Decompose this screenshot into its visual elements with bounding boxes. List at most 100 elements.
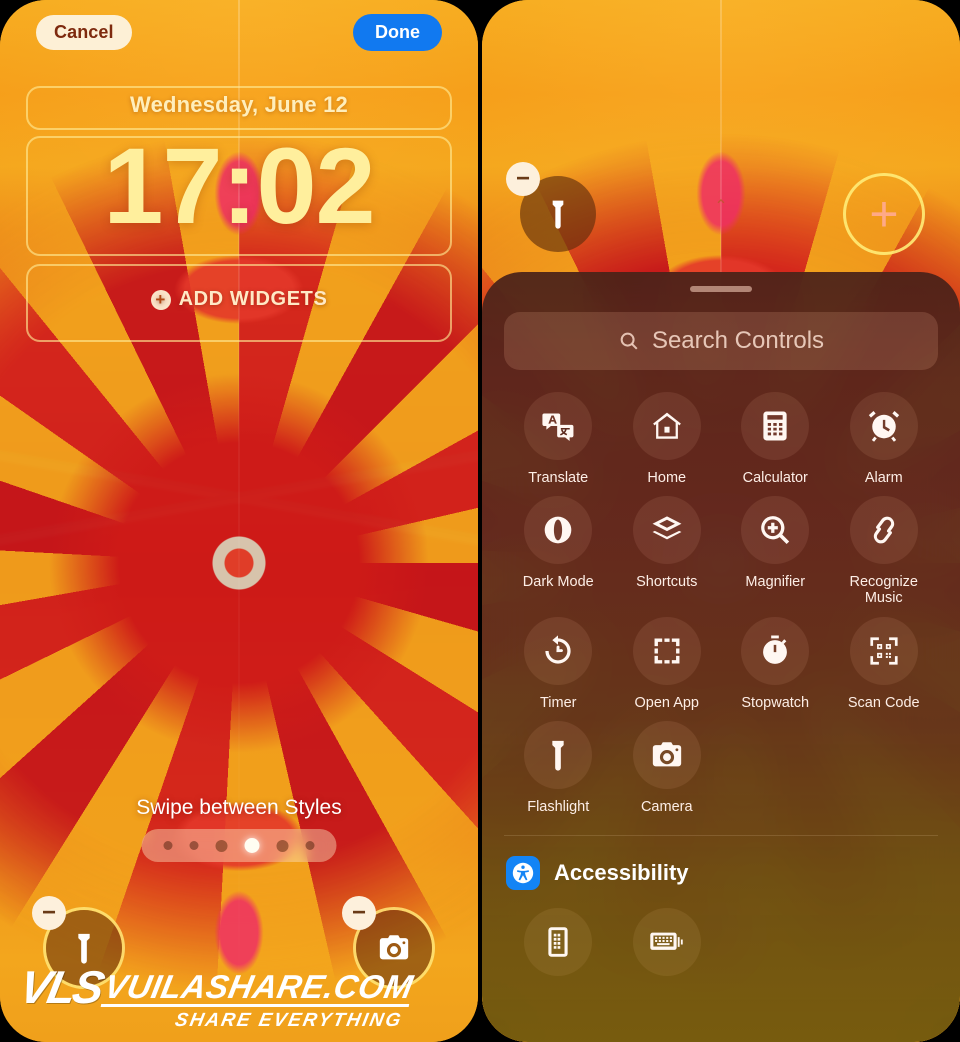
control-calculator[interactable]: Calculator (721, 392, 830, 486)
assistive-touch-icon (548, 927, 568, 957)
control-label: Magnifier (745, 574, 806, 591)
flashlight-icon (78, 933, 90, 964)
flashlight-icon (552, 740, 564, 771)
alarm-clock-icon (868, 410, 899, 442)
control-icon-bubble (741, 496, 810, 565)
page-dot[interactable] (189, 841, 199, 850)
search-placeholder: Search Controls (651, 327, 825, 354)
remove-badge[interactable]: − (342, 896, 376, 930)
control-home[interactable]: Home (613, 392, 722, 486)
shazam-icon (873, 516, 894, 544)
accessibility-section-title: Accessibility (554, 860, 689, 886)
control-label: Translate (528, 470, 589, 486)
stopwatch-icon (763, 635, 788, 664)
control-icon-bubble (632, 392, 701, 460)
control-timer[interactable]: Timer (504, 616, 613, 711)
phone-screenshot-left: Cancel Done Wednesday, June 12 17:02 + A… (0, 0, 478, 1042)
control-stopwatch[interactable]: Stopwatch (721, 616, 830, 711)
remove-badge[interactable]: − (506, 162, 540, 196)
page-dot[interactable] (305, 841, 315, 850)
search-icon (620, 332, 638, 350)
watermark-domain: VUILASHARE.COM (101, 968, 417, 1007)
controls-gallery-sheet: Search Controls Translate Home Calculato… (482, 272, 960, 1042)
control-recognize-music[interactable]: Recognize Music (830, 496, 939, 606)
grid-spacer (830, 721, 939, 815)
control-icon-bubble (741, 392, 810, 460)
control-dark-mode[interactable]: Dark Mode (504, 496, 613, 606)
control-open-app[interactable]: Open App (613, 616, 722, 711)
watermark-logo: VLS (15, 960, 107, 1013)
control-camera[interactable]: Camera (613, 720, 722, 815)
lock-screen-flashlight-button[interactable]: − (506, 162, 596, 252)
control-scan-code[interactable]: Scan Code (830, 616, 939, 711)
calculator-icon (763, 411, 787, 441)
control-icon-bubble (849, 616, 918, 685)
plus-icon: + (869, 186, 899, 242)
controls-grid: Translate Home Calculator Alarm Dark Mod… (482, 370, 960, 815)
grid-spacer (721, 908, 830, 986)
grid-spacer (830, 908, 939, 986)
control-icon-bubble (524, 496, 593, 565)
cancel-button[interactable]: Cancel (36, 15, 132, 50)
control-shortcuts[interactable]: Shortcuts (613, 496, 722, 606)
control-keyboard-sound[interactable] (613, 908, 722, 986)
control-alarm[interactable]: Alarm (830, 392, 939, 486)
timer-icon (545, 635, 571, 664)
lock-screen-clock[interactable]: 17:02 (0, 127, 478, 245)
control-label: Stopwatch (741, 694, 810, 711)
control-magnifier[interactable]: Magnifier (721, 496, 830, 606)
dark-mode-icon (544, 516, 572, 544)
done-button[interactable]: Done (353, 14, 442, 51)
control-icon-bubble (632, 496, 701, 565)
page-dot[interactable] (276, 839, 289, 852)
vuilashare-watermark: VLS VUILASHARE.COM SHARE EVERYTHING (12, 960, 417, 1032)
home-icon (652, 412, 681, 439)
control-icon-bubble (632, 908, 701, 977)
translate-icon (542, 413, 574, 442)
control-label: Alarm (864, 470, 903, 486)
control-assistive-touch[interactable] (504, 908, 613, 986)
control-label: Timer (539, 694, 577, 711)
control-label: Scan Code (847, 694, 920, 711)
shortcuts-icon (652, 516, 682, 540)
flashlight-icon (552, 200, 564, 229)
grid-spacer (721, 721, 830, 815)
control-icon-bubble (632, 616, 701, 685)
control-icon-bubble (632, 720, 701, 789)
control-translate[interactable]: Translate (504, 392, 613, 486)
control-icon-bubble (524, 720, 593, 789)
add-control-button[interactable]: + (846, 176, 922, 252)
chevron-up-icon: ⌃ (714, 198, 728, 215)
remove-badge[interactable]: − (32, 896, 66, 930)
control-flashlight[interactable]: Flashlight (504, 720, 613, 815)
control-label: Shortcuts (636, 574, 698, 591)
page-dot[interactable] (163, 841, 173, 850)
control-icon-bubble (849, 496, 918, 565)
watermark-tagline: SHARE EVERYTHING (173, 1010, 405, 1031)
control-icon-bubble (849, 392, 918, 460)
screenshot-stage: Cancel Done Wednesday, June 12 17:02 + A… (0, 0, 960, 1042)
add-widgets-button[interactable]: + ADD WIDGETS (0, 288, 478, 311)
editor-toolbar: Cancel Done (0, 14, 478, 51)
accessibility-controls-grid (482, 890, 960, 986)
add-widgets-label: ADD WIDGETS (178, 288, 328, 310)
control-icon-bubble (524, 392, 593, 460)
control-label: Open App (634, 694, 700, 711)
page-dot[interactable] (215, 839, 228, 852)
control-icon-bubble (741, 616, 810, 685)
open-app-icon (654, 638, 680, 664)
control-label: Home (647, 470, 687, 486)
accessibility-section-header: Accessibility (482, 836, 960, 891)
sheet-grabber[interactable] (690, 286, 752, 292)
control-label: Flashlight (527, 798, 590, 815)
lock-screen-date[interactable]: Wednesday, June 12 (0, 92, 478, 118)
magnifier-icon (761, 516, 790, 545)
control-label: Dark Mode (522, 574, 594, 591)
control-label: Camera (640, 798, 693, 815)
page-dot-active[interactable] (244, 838, 260, 853)
phone-screenshot-right: − ⌃ + Search Controls Translate Home Cal… (482, 0, 960, 1042)
scan-code-icon (870, 637, 898, 665)
style-page-dots[interactable] (141, 829, 337, 862)
camera-icon (652, 742, 681, 767)
search-controls-field[interactable]: Search Controls (504, 312, 938, 370)
